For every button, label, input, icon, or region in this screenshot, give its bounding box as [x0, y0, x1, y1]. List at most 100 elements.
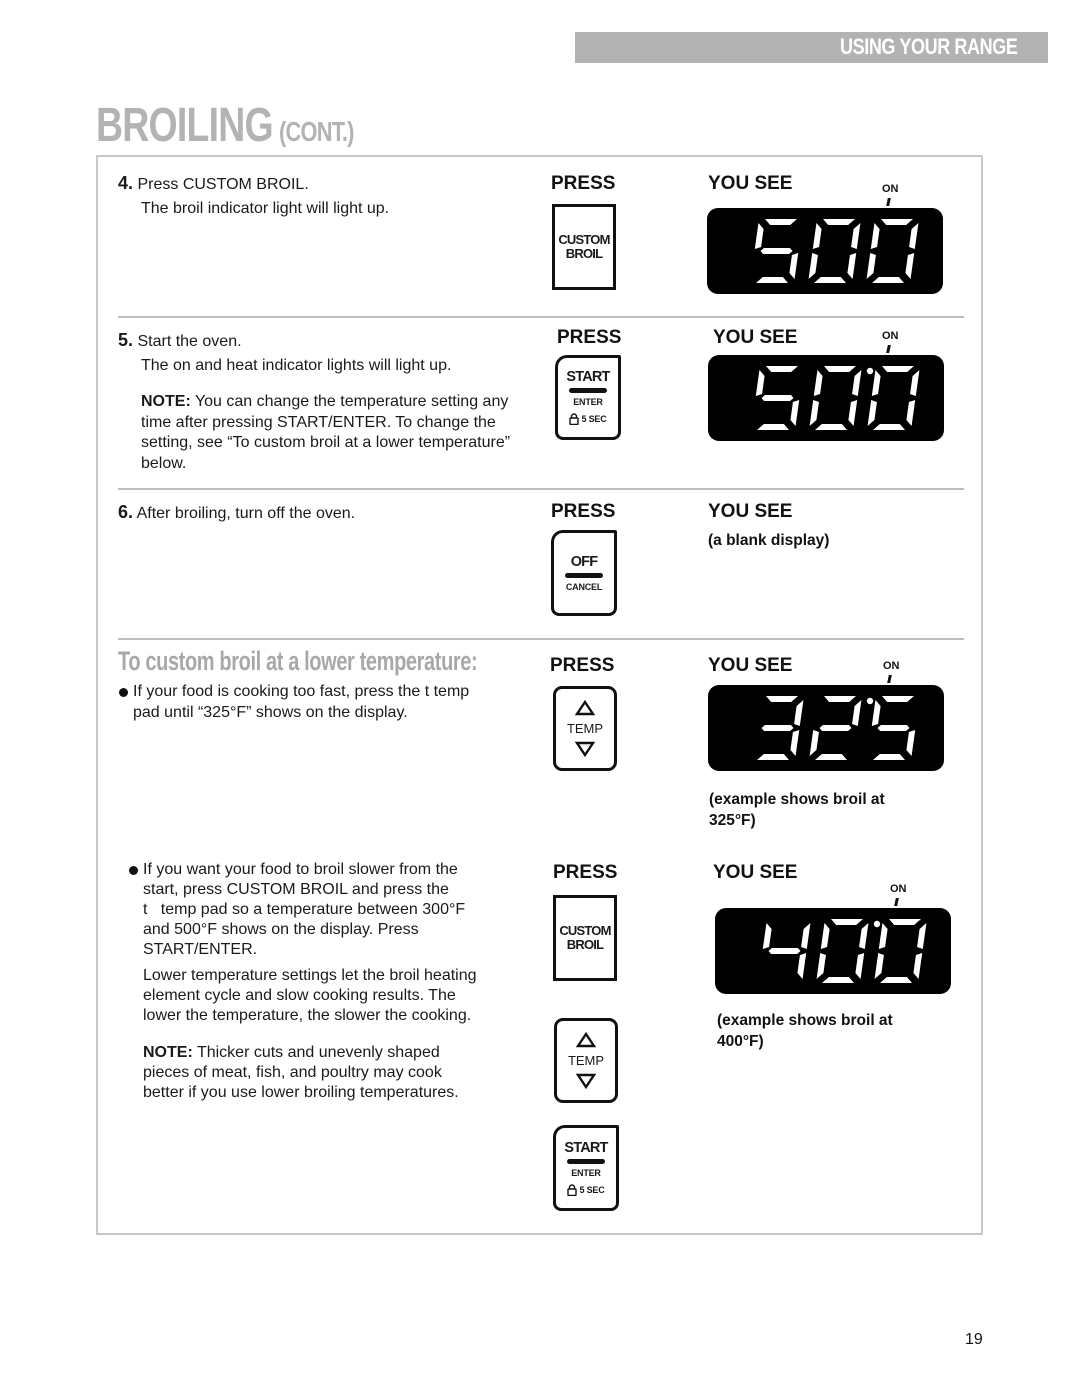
- lcd-segment: [878, 923, 888, 949]
- lock-icon: [567, 1183, 578, 1196]
- start-enter-button[interactable]: START ENTER 5 SEC: [555, 355, 621, 440]
- lcd-segment: [823, 219, 855, 225]
- button-label: TEMP: [567, 1053, 605, 1068]
- button-bar: [565, 572, 603, 578]
- lcd-segment: [824, 366, 856, 372]
- lcd-segment: [761, 395, 794, 401]
- lcd-digit: [816, 919, 869, 983]
- page-title-suffix: (CONT.): [279, 116, 354, 147]
- lcd-display: [708, 355, 944, 441]
- lcd-segment: [822, 977, 855, 983]
- lcd-segment: [757, 424, 790, 430]
- lcd-segment: [812, 223, 822, 249]
- lcd-digit: [808, 219, 861, 283]
- lcd-segment: [859, 923, 869, 949]
- lcd-segment: [906, 730, 916, 756]
- lcd-segment: [808, 253, 818, 279]
- bullet-2-line: If you want your food to broil slower fr…: [143, 861, 458, 878]
- bullet-2-line: start, press CUSTOM BROIL and press the: [143, 881, 449, 898]
- lcd-segment: [768, 948, 801, 954]
- section-header-bar: USING YOUR RANGE: [575, 32, 1048, 63]
- arrow-down-icon[interactable]: [575, 741, 595, 757]
- press-heading: PRESS: [551, 501, 616, 522]
- divider: [118, 488, 964, 490]
- lcd-segment: [872, 277, 905, 283]
- step-4: 4. Press CUSTOM BROIL.: [118, 173, 309, 196]
- lcd-segment: [913, 953, 923, 979]
- button-label-sub: CANCEL: [565, 581, 603, 592]
- lcd-segment: [765, 219, 797, 225]
- arrow-up-icon[interactable]: [576, 1032, 596, 1048]
- step-4-detail: The broil indicator light will light up.: [141, 200, 390, 217]
- lcd-segment: [871, 370, 881, 396]
- lcd-segment: [819, 725, 852, 731]
- lcd-segment: [870, 223, 880, 249]
- lcd-segment: [910, 370, 920, 396]
- button-label-sub: ENTER: [573, 397, 603, 407]
- bullet-1-line2: pad until “325°F” shows on the display.: [133, 704, 408, 721]
- lcd-digit: [762, 923, 811, 979]
- example-caption-line1: (example shows broil at: [717, 1012, 893, 1029]
- page-title: BROILING (CONT.): [96, 98, 354, 153]
- button-bar: [567, 1158, 605, 1164]
- divider: [118, 638, 964, 640]
- bullet-1-line1: If your food is cooking too fast, press …: [133, 683, 470, 700]
- off-cancel-button[interactable]: OFF CANCEL: [551, 530, 617, 616]
- lcd-segment: [889, 919, 921, 925]
- custom-broil-button[interactable]: CUSTOM BROIL: [552, 204, 616, 290]
- lcd-segment: [882, 366, 914, 372]
- lcd-segment: [873, 424, 906, 430]
- button-label-main: START: [564, 1139, 608, 1156]
- arrow-up-icon[interactable]: [575, 700, 595, 716]
- divider: [118, 316, 964, 318]
- note-label: NOTE:: [143, 1044, 193, 1061]
- lock-duration: 5 SEC: [581, 414, 607, 424]
- lcd-segment: [794, 700, 804, 726]
- button-label-line1: CUSTOM: [559, 923, 611, 938]
- press-heading: PRESS: [557, 327, 622, 348]
- lcd-segment: [881, 219, 913, 225]
- lcd-segment: [877, 725, 910, 731]
- on-indicator-label: ON: [882, 330, 899, 342]
- start-enter-button[interactable]: START ENTER 5 SEC: [553, 1125, 619, 1211]
- button-label-line2: BROIL: [566, 937, 604, 952]
- press-heading: PRESS: [550, 655, 615, 676]
- lcd-segment: [906, 400, 916, 426]
- lcd-segment: [766, 696, 798, 702]
- lcd-segment: [801, 923, 811, 949]
- lcd-segment: [789, 253, 799, 279]
- lcd-segment: [852, 370, 862, 396]
- lcd-digit: [866, 219, 919, 283]
- lock-duration: 5 SEC: [579, 1184, 605, 1195]
- lcd-segment: [766, 366, 798, 372]
- paragraph-line: element cycle and slow cooking results. …: [143, 987, 456, 1004]
- lcd-segment: [755, 370, 765, 396]
- lcd-digit: [867, 366, 920, 430]
- on-indicator-label: ON: [882, 183, 899, 195]
- lcd-segment: [815, 754, 848, 760]
- lcd-segment: [790, 730, 800, 756]
- note-line: pieces of meat, fish, and poultry may co…: [143, 1064, 442, 1081]
- lcd-digit: [755, 366, 800, 430]
- lcd-display: [715, 908, 951, 994]
- lcd-segment: [851, 223, 861, 249]
- lcd-segment: [814, 277, 847, 283]
- paragraph-line: Lower temperature settings let the broil…: [143, 967, 477, 984]
- lcd-segment: [847, 253, 857, 279]
- bullet-icon: [119, 688, 128, 697]
- on-indicator-label: ON: [883, 660, 900, 672]
- you-see-heading: YOU SEE: [708, 173, 793, 194]
- arrow-down-icon[interactable]: [576, 1073, 596, 1089]
- note-text: You can change the temperature setting a…: [141, 393, 511, 472]
- custom-broil-button[interactable]: CUSTOM BROIL: [553, 895, 617, 981]
- button-label-line2: BROIL: [565, 246, 603, 261]
- bullet-2-line: and 500°F shows on the display. Press: [143, 921, 419, 938]
- lcd-segment: [874, 953, 884, 979]
- note-line: NOTE: Thicker cuts and unevenly shaped: [143, 1043, 440, 1064]
- lcd-display: [707, 208, 943, 294]
- example-caption-line1: (example shows broil at: [709, 791, 885, 808]
- lcd-segment: [809, 400, 819, 426]
- temp-up-down-button[interactable]: TEMP: [553, 686, 617, 771]
- button-label-sub: ENTER: [571, 1167, 601, 1178]
- temp-up-down-button[interactable]: TEMP: [554, 1018, 618, 1103]
